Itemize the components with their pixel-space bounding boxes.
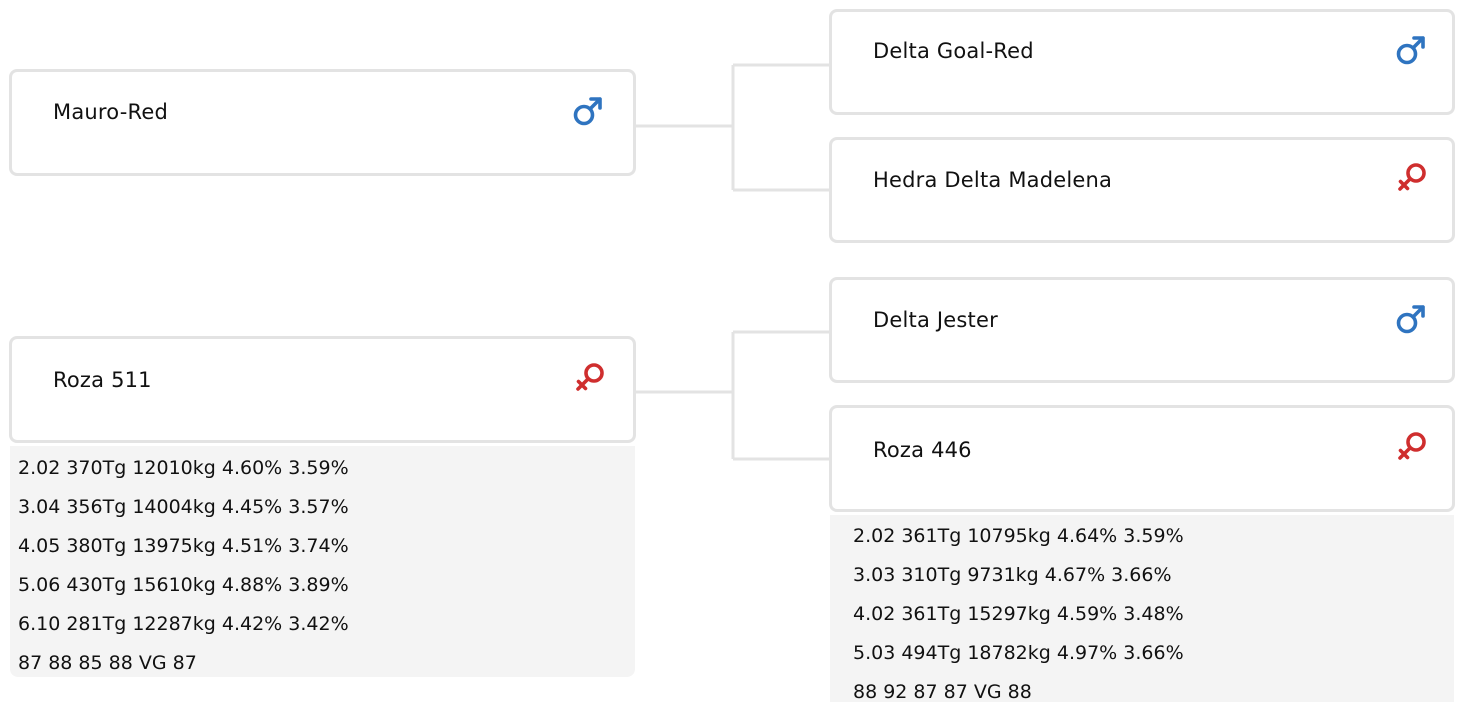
animal-name: Roza 511 [53,368,152,392]
stats-line: 4.05 380Tg 13975kg 4.51% 3.74% [18,535,349,557]
sire-card-delta-jester[interactable]: Delta Jester [829,277,1455,383]
stats-line: 4.02 361Tg 15297kg 4.59% 3.48% [853,603,1184,625]
stats-panel-roza-511: 2.02 370Tg 12010kg 4.60% 3.59% 3.04 356T… [10,446,635,677]
male-icon [573,97,602,126]
male-icon [1396,36,1425,65]
female-icon [576,363,604,391]
dam-card-hedra-delta-madelena[interactable]: Hedra Delta Madelena [829,137,1455,243]
animal-name: Mauro-Red [53,100,168,124]
connector-roza-511 [634,330,831,461]
connector-mauro-red [634,63,831,192]
stats-panel-roza-446: 2.02 361Tg 10795kg 4.64% 3.59% 3.03 310T… [830,515,1454,703]
sire-card-delta-goal-red[interactable]: Delta Goal-Red [829,9,1455,115]
stats-line: 3.04 356Tg 14004kg 4.45% 3.57% [18,496,349,518]
stats-line: 2.02 370Tg 12010kg 4.60% 3.59% [18,457,349,479]
sire-card-mauro-red[interactable]: Mauro-Red [9,69,636,176]
male-icon [1396,305,1425,334]
female-icon [1398,163,1426,191]
stats-line: 3.03 310Tg 9731kg 4.67% 3.66% [853,564,1172,586]
dam-card-roza-446[interactable]: Roza 446 [829,405,1455,512]
animal-name: Hedra Delta Madelena [873,168,1113,192]
stats-line: 88 92 87 87 VG 88 [853,681,1032,703]
stats-line: 6.10 281Tg 12287kg 4.42% 3.42% [18,613,349,635]
dam-card-roza-511[interactable]: Roza 511 [9,336,636,443]
stats-line: 87 88 85 88 VG 87 [18,652,197,674]
animal-name: Delta Jester [873,308,998,332]
stats-line: 5.03 494Tg 18782kg 4.97% 3.66% [853,642,1184,664]
stats-line: 2.02 361Tg 10795kg 4.64% 3.59% [853,525,1184,547]
animal-name: Delta Goal-Red [873,39,1034,63]
animal-name: Roza 446 [873,438,972,462]
female-icon [1398,432,1426,460]
stats-line: 5.06 430Tg 15610kg 4.88% 3.89% [18,574,349,596]
